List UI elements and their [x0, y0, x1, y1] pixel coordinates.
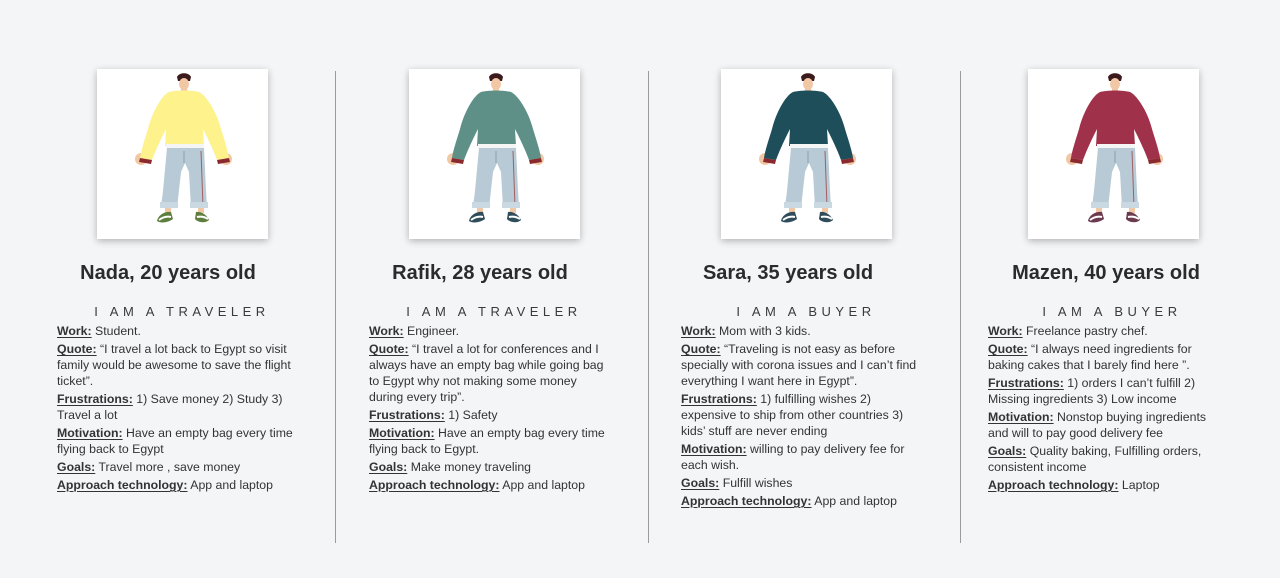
field-label: Goals: — [369, 460, 408, 474]
persona-details: Work: Engineer. Quote: “I travel a lot fo… — [369, 323, 605, 495]
persona-field: Goals: Quality baking, Fulfilling orders… — [988, 443, 1228, 475]
persona-role: I AM A BUYER — [736, 304, 876, 319]
field-label: Quote: — [57, 342, 97, 356]
persona-field: Motivation: Have an empty bag every time… — [57, 425, 301, 457]
persona-field: Approach technology: App and laptop — [681, 493, 917, 509]
field-value: Travel more , save money — [98, 460, 241, 474]
persona-field: Work: Engineer. — [369, 323, 605, 339]
persona-role: I AM A TRAVELER — [94, 304, 270, 319]
field-label: Goals: — [988, 444, 1027, 458]
persona-field: Quote: “Traveling is not easy as before … — [681, 341, 917, 389]
persona-avatar-card — [1028, 69, 1199, 239]
field-label: Quote: — [369, 342, 409, 356]
field-label: Goals: — [681, 476, 720, 490]
persona-field: Goals: Fulfill wishes — [681, 475, 917, 491]
persona-avatar-card — [721, 69, 892, 239]
persona-field: Quote: “I travel a lot back to Egypt so … — [57, 341, 301, 389]
persona-avatar-card — [97, 69, 268, 239]
persona-details: Work: Mom with 3 kids. Quote: “Traveling … — [681, 323, 917, 511]
field-label: Approach technology: — [988, 478, 1119, 492]
field-value: Fulfill wishes — [722, 476, 793, 490]
persona-field: Quote: “I always need ingredients for ba… — [988, 341, 1228, 373]
persona-field: Work: Student. — [57, 323, 301, 339]
person-illustration — [447, 73, 544, 223]
field-label: Frustrations: — [369, 408, 445, 422]
persona-field: Frustrations: 1) orders I can’t fulfill … — [988, 375, 1228, 407]
field-label: Work: — [369, 324, 404, 338]
persona-field: Frustrations: 1) Safety — [369, 407, 605, 423]
persona-details: Work: Freelance pastry chef. Quote: “I al… — [988, 323, 1228, 495]
persona-details: Work: Student. Quote: “I travel a lot bac… — [57, 323, 301, 495]
field-label: Motivation: — [988, 410, 1054, 424]
field-label: Quote: — [988, 342, 1028, 356]
field-value: App and laptop — [814, 494, 897, 508]
persona-field: Goals: Travel more , save money — [57, 459, 301, 475]
persona-field: Work: Mom with 3 kids. — [681, 323, 917, 339]
persona-field: Frustrations: 1) fulfilling wishes 2) ex… — [681, 391, 917, 439]
field-value: Student. — [95, 324, 141, 338]
field-label: Frustrations: — [988, 376, 1064, 390]
field-value: Mom with 3 kids. — [719, 324, 811, 338]
field-value: Engineer. — [407, 324, 460, 338]
persona-field: Frustrations: 1) Save money 2) Study 3) … — [57, 391, 301, 423]
persona-field: Motivation: willing to pay delivery fee … — [681, 441, 917, 473]
persona-field: Approach technology: App and laptop — [369, 477, 605, 493]
field-value: Freelance pastry chef. — [1026, 324, 1148, 338]
field-label: Quote: — [681, 342, 721, 356]
persona-field: Approach technology: Laptop — [988, 477, 1228, 493]
person-illustration — [1066, 73, 1163, 223]
persona-field: Work: Freelance pastry chef. — [988, 323, 1228, 339]
field-label: Approach technology: — [681, 494, 812, 508]
persona-role: I AM A TRAVELER — [406, 304, 582, 319]
persona-field: Motivation: Have an empty bag every time… — [369, 425, 605, 457]
persona-name: Rafik, 28 years old — [392, 262, 568, 284]
field-value: App and laptop — [502, 478, 585, 492]
field-label: Motivation: — [57, 426, 123, 440]
persona-name: Sara, 35 years old — [702, 262, 874, 284]
field-label: Approach technology: — [369, 478, 500, 492]
persona-field: Approach technology: App and laptop — [57, 477, 301, 493]
field-label: Work: — [681, 324, 716, 338]
persona-role: I AM A BUYER — [1042, 304, 1182, 319]
persona-field: Quote: “I travel a lot for conferences a… — [369, 341, 605, 405]
persona-field: Motivation: Nonstop buying ingredients a… — [988, 409, 1228, 441]
field-label: Approach technology: — [57, 478, 188, 492]
field-value: Make money traveling — [410, 460, 531, 474]
field-label: Motivation: — [681, 442, 747, 456]
field-label: Frustrations: — [681, 392, 757, 406]
field-label: Work: — [988, 324, 1023, 338]
persona-name: Mazen, 40 years old — [1012, 262, 1200, 284]
field-label: Frustrations: — [57, 392, 133, 406]
field-value: Laptop — [1121, 478, 1160, 492]
field-label: Motivation: — [369, 426, 435, 440]
person-illustration — [135, 73, 232, 223]
persona-name: Nada, 20 years old — [80, 262, 256, 284]
field-label: Work: — [57, 324, 92, 338]
field-label: Goals: — [57, 460, 96, 474]
persona-field: Goals: Make money traveling — [369, 459, 605, 475]
field-value: 1) Safety — [448, 408, 498, 422]
persona-avatar-card — [409, 69, 580, 239]
field-value: App and laptop — [190, 478, 273, 492]
person-illustration — [759, 73, 856, 223]
